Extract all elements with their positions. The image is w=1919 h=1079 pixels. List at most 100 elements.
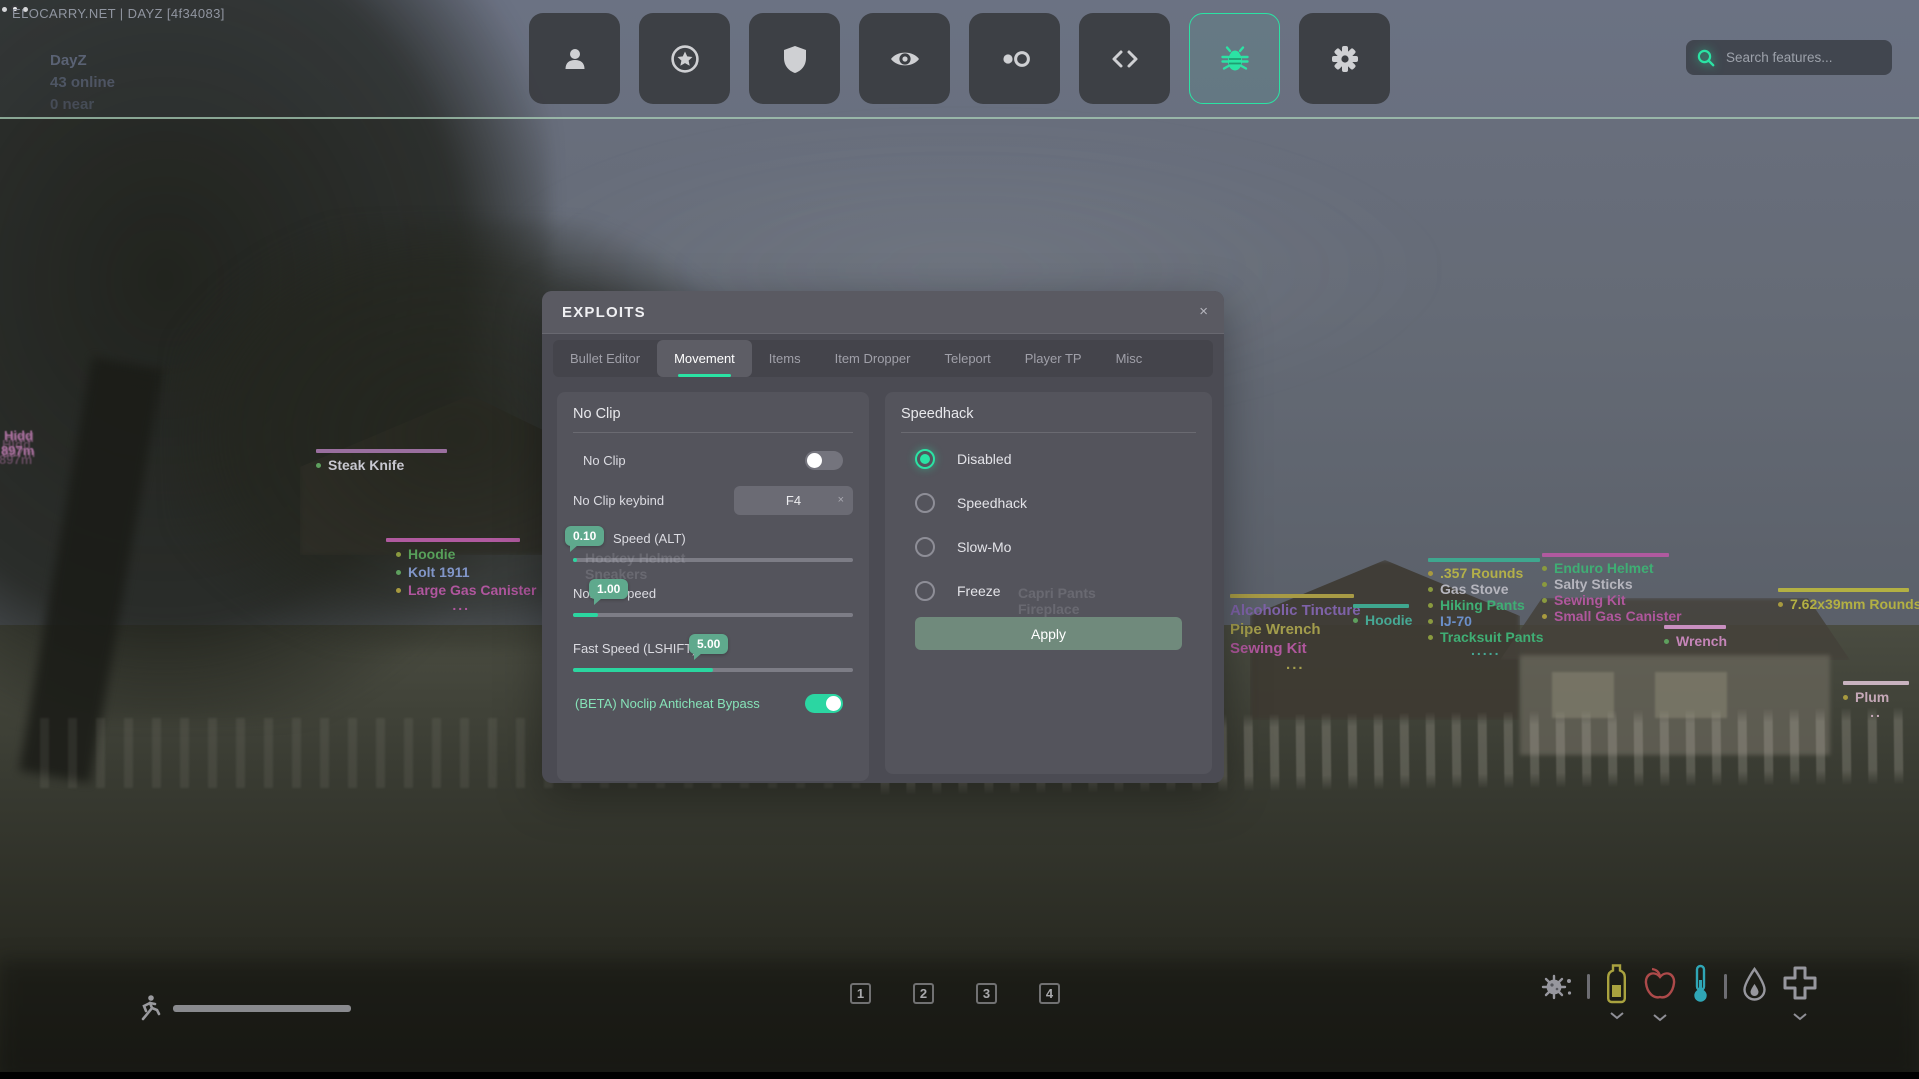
tab-visuals-button[interactable]	[859, 13, 950, 104]
keybind-clear-icon[interactable]: ×	[838, 486, 844, 514]
esp-bullet-icon	[1353, 618, 1358, 623]
esp-item-label: Kolt 1911	[408, 564, 470, 580]
thermometer-icon	[1691, 964, 1710, 1009]
watermark: ELOCARRY.NET | DAYZ [4f34083]	[12, 6, 225, 21]
esp-bullet-icon	[1664, 639, 1669, 644]
beta-bypass-row: (BETA) Noclip Anticheat Bypass	[573, 694, 853, 713]
hotbar-slot-2: 2	[913, 983, 934, 1004]
esp-bullet-icon	[1428, 635, 1433, 640]
radio-icon[interactable]	[915, 493, 935, 513]
tab-item-dropper[interactable]: Item Dropper	[818, 340, 928, 377]
tab-player-tp[interactable]: Player TP	[1008, 340, 1099, 377]
tab-players-button[interactable]	[529, 13, 620, 104]
esp-item-label: Wrench	[1676, 633, 1728, 649]
slider-track[interactable]	[573, 668, 853, 672]
slider-value-bubble: 0.10	[565, 526, 605, 552]
normal-speed-slider: 1.00 Normal Speed	[573, 579, 853, 617]
keybind-button[interactable]: F4 ×	[734, 486, 853, 515]
slider-fill	[573, 558, 578, 562]
esp-group-bar	[386, 538, 520, 542]
noclip-toggle[interactable]	[805, 451, 843, 470]
esp-bullet-icon	[396, 570, 401, 575]
radio-icon[interactable]	[915, 449, 935, 469]
esp-item-label: Sewing Kit	[1554, 592, 1626, 608]
option-disabled[interactable]: Disabled	[915, 447, 1182, 471]
esp-item-label: Enduro Helmet	[1554, 560, 1654, 576]
tab-settings-button[interactable]	[1299, 13, 1390, 104]
tab-bullet-editor[interactable]: Bullet Editor	[553, 340, 657, 377]
tab-misc[interactable]: Misc	[1099, 340, 1160, 377]
status-separator	[1587, 974, 1590, 999]
stamina-indicator	[134, 994, 351, 1022]
esp-bullet-icon	[1428, 603, 1433, 608]
record-icon	[1002, 50, 1030, 67]
esp-group: 7.62x39mm Rounds	[1778, 588, 1919, 613]
esp-item-label: 7.62x39mm Rounds	[1790, 596, 1919, 612]
stamina-bar	[173, 1004, 351, 1012]
tab-teleport[interactable]: Teleport	[927, 340, 1007, 377]
noclip-toggle-label: No Clip	[583, 453, 626, 468]
tab-movement[interactable]: Movement	[657, 340, 752, 377]
slider-value-bubble: 1.00	[589, 579, 629, 605]
tab-aim-button[interactable]	[969, 13, 1060, 104]
tab-scripts-button[interactable]	[1079, 13, 1170, 104]
esp-group-bar	[1353, 604, 1409, 608]
esp-bullet-icon	[1542, 566, 1547, 571]
close-icon[interactable]: ×	[1199, 291, 1208, 333]
fast-speed-slider: 5.00 Fast Speed (LSHIFT)	[573, 634, 853, 672]
option-speedhack[interactable]: Speedhack	[915, 491, 1182, 515]
esp-item-label: Salty Sticks	[1554, 576, 1633, 592]
noclip-keybind-row: No Clip keybind F4 ×	[573, 486, 853, 515]
tab-protection-button[interactable]	[749, 13, 840, 104]
option-freeze[interactable]: Freeze	[915, 579, 1182, 603]
apply-button[interactable]: Apply	[915, 617, 1182, 650]
server-info: DayZ 43 online 0 near	[50, 50, 115, 116]
slider-fill	[573, 613, 599, 617]
search-bar	[1686, 40, 1892, 75]
esp-item-label: IJ-70	[1440, 613, 1472, 629]
esp-bullet-icon	[1428, 571, 1433, 576]
tab-favorites-button[interactable]	[639, 13, 730, 104]
bottle-icon	[1604, 964, 1629, 1020]
esp-group-bar	[316, 449, 447, 453]
slider-fill	[573, 668, 713, 672]
water-drop-icon	[1741, 966, 1768, 1007]
option-slow-mo[interactable]: Slow-Mo	[915, 535, 1182, 559]
hotbar-slot-4: 4	[1039, 983, 1060, 1004]
esp-more-indicator: ...	[452, 597, 471, 613]
user-icon	[565, 48, 584, 69]
esp-group-bar	[1428, 558, 1540, 562]
toggle-knob	[826, 696, 841, 711]
hotbar-slot-1: 1	[850, 983, 871, 1004]
esp-group-bar	[1664, 625, 1726, 629]
option-label: Slow-Mo	[957, 539, 1012, 555]
esp-bullet-icon	[316, 463, 321, 468]
esp-player-label: Hidd	[4, 428, 33, 443]
esp-group-bar	[1778, 588, 1909, 592]
tab-exploits-button[interactable]	[1189, 13, 1280, 104]
toggle-knob	[807, 453, 822, 468]
noclip-keybind-label: No Clip keybind	[573, 493, 665, 508]
gear-icon	[1331, 45, 1358, 72]
esp-group: Steak Knife	[316, 449, 447, 474]
beta-bypass-toggle[interactable]	[805, 694, 843, 713]
apple-icon	[1643, 966, 1677, 1022]
esp-item-label: Alcoholic Tincture	[1230, 602, 1361, 619]
esp-bullet-icon	[396, 552, 401, 557]
hotbar: 1 2 3 4	[850, 983, 1060, 1004]
radio-icon[interactable]	[915, 537, 935, 557]
slow-speed-slider: 0.10 Speed (ALT)	[565, 526, 853, 562]
slider-value-bubble: 5.00	[689, 634, 729, 660]
esp-bullet-icon	[1428, 619, 1433, 624]
section-heading: No Clip	[573, 406, 621, 422]
esp-bullet-icon	[1428, 587, 1433, 592]
tab-items[interactable]: Items	[752, 340, 818, 377]
radio-icon[interactable]	[915, 581, 935, 601]
search-input[interactable]	[1724, 49, 1874, 66]
server-online-count: 43 online	[50, 74, 116, 91]
slider-track[interactable]	[573, 613, 853, 617]
esp-group-bar	[1230, 594, 1354, 598]
slider-track[interactable]	[573, 558, 853, 562]
hotbar-slot-3: 3	[976, 983, 997, 1004]
esp-bullet-icon	[1542, 598, 1547, 603]
